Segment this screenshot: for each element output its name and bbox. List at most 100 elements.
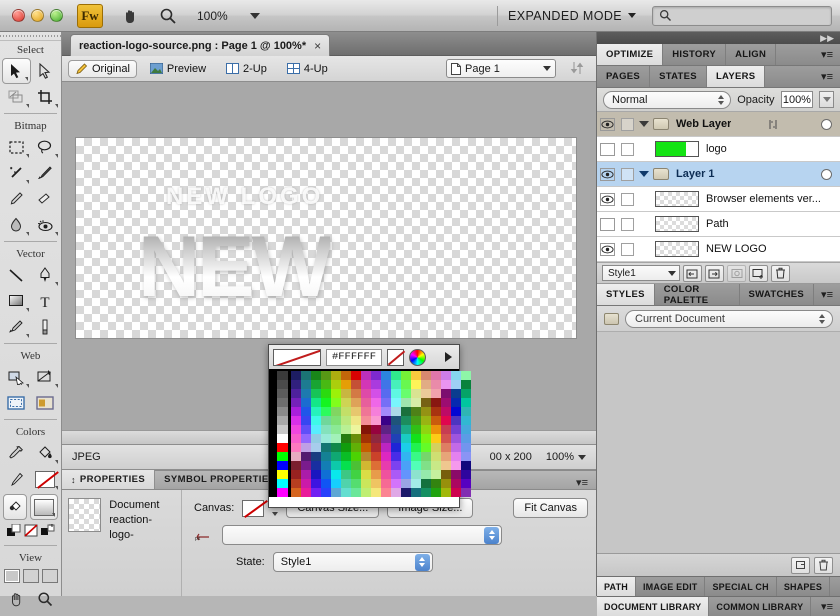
- color-swatch[interactable]: [341, 425, 351, 434]
- swap-colors-icon[interactable]: [40, 524, 55, 540]
- color-swatch[interactable]: [321, 470, 331, 479]
- color-swatch[interactable]: [321, 461, 331, 470]
- color-swatch[interactable]: [411, 479, 421, 488]
- color-swatch[interactable]: [391, 461, 401, 470]
- color-swatch[interactable]: [321, 398, 331, 407]
- color-swatch[interactable]: [331, 488, 341, 497]
- color-swatch[interactable]: [391, 425, 401, 434]
- color-swatch[interactable]: [301, 380, 311, 389]
- color-swatch[interactable]: [431, 452, 441, 461]
- color-swatch[interactable]: [401, 434, 411, 443]
- color-swatch[interactable]: [321, 479, 331, 488]
- blur-tool[interactable]: [2, 212, 31, 238]
- color-swatch[interactable]: [311, 488, 321, 497]
- color-swatch[interactable]: [277, 407, 288, 416]
- color-swatch[interactable]: [351, 416, 361, 425]
- color-swatch[interactable]: [421, 380, 431, 389]
- color-swatch[interactable]: [381, 425, 391, 434]
- new-style-button[interactable]: [791, 556, 810, 574]
- color-swatch[interactable]: [311, 371, 321, 380]
- color-swatch[interactable]: [441, 461, 451, 470]
- layer-disclosure-toggle[interactable]: [637, 121, 651, 127]
- color-swatch[interactable]: [331, 443, 341, 452]
- color-swatch[interactable]: [331, 470, 341, 479]
- color-swatch[interactable]: [431, 488, 441, 497]
- color-swatch[interactable]: [411, 488, 421, 497]
- color-swatch[interactable]: [381, 398, 391, 407]
- color-swatch[interactable]: [441, 389, 451, 398]
- color-swatch[interactable]: [311, 389, 321, 398]
- tab-pages[interactable]: PAGES: [597, 66, 651, 87]
- color-swatch[interactable]: [331, 416, 341, 425]
- color-swatch[interactable]: [431, 389, 441, 398]
- pencil-tool[interactable]: [2, 186, 31, 212]
- color-swatch[interactable]: [441, 434, 451, 443]
- color-swatch[interactable]: [381, 380, 391, 389]
- hand-tool[interactable]: [2, 586, 31, 612]
- color-swatch[interactable]: [381, 407, 391, 416]
- eyedropper-tool[interactable]: [2, 440, 31, 466]
- color-swatch[interactable]: [411, 425, 421, 434]
- color-swatch[interactable]: [451, 425, 461, 434]
- page-sort-button[interactable]: [568, 59, 590, 79]
- tab-color-palette[interactable]: COLOR PALETTE: [655, 284, 740, 306]
- color-swatch[interactable]: [291, 398, 301, 407]
- color-swatch[interactable]: [361, 479, 371, 488]
- slice-tool[interactable]: [2, 390, 31, 416]
- current-color-swatch[interactable]: [273, 348, 321, 366]
- opacity-dropdown-button[interactable]: [819, 91, 834, 108]
- color-swatch[interactable]: [291, 434, 301, 443]
- color-swatch[interactable]: [277, 425, 288, 434]
- color-swatch[interactable]: [461, 470, 471, 479]
- color-swatch[interactable]: [351, 380, 361, 389]
- color-swatch[interactable]: [361, 488, 371, 497]
- color-swatch[interactable]: [341, 488, 351, 497]
- color-swatch[interactable]: [461, 434, 471, 443]
- color-swatch[interactable]: [331, 389, 341, 398]
- color-matrix[interactable]: [291, 371, 471, 497]
- color-swatch[interactable]: [411, 398, 421, 407]
- color-swatch[interactable]: [391, 443, 401, 452]
- color-swatch[interactable]: [321, 452, 331, 461]
- color-swatch[interactable]: [371, 479, 381, 488]
- color-swatch[interactable]: [451, 443, 461, 452]
- tab-styles[interactable]: STYLES: [597, 284, 655, 305]
- color-swatch[interactable]: [451, 398, 461, 407]
- color-swatch[interactable]: [301, 371, 311, 380]
- tab-shapes[interactable]: SHAPES: [777, 577, 831, 596]
- color-swatch[interactable]: [381, 488, 391, 497]
- tab-special-characters[interactable]: SPECIAL CH: [705, 577, 777, 596]
- layer-lock-toggle[interactable]: [617, 117, 637, 131]
- color-swatch[interactable]: [331, 398, 341, 407]
- color-swatch[interactable]: [301, 443, 311, 452]
- color-swatch[interactable]: [301, 389, 311, 398]
- color-swatch[interactable]: [401, 416, 411, 425]
- color-swatch[interactable]: [431, 479, 441, 488]
- color-swatch[interactable]: [341, 398, 351, 407]
- color-swatch[interactable]: [301, 434, 311, 443]
- color-swatch[interactable]: [421, 371, 431, 380]
- layer-row-logo[interactable]: logo: [597, 137, 840, 162]
- color-swatch[interactable]: [301, 416, 311, 425]
- color-swatch[interactable]: [411, 461, 421, 470]
- color-swatch[interactable]: [431, 461, 441, 470]
- fit-canvas-button[interactable]: Fit Canvas: [513, 498, 588, 518]
- tab-layers[interactable]: LAYERS: [706, 66, 766, 87]
- color-swatch[interactable]: [411, 470, 421, 479]
- color-swatch[interactable]: [371, 425, 381, 434]
- color-swatch[interactable]: [441, 470, 451, 479]
- color-swatch[interactable]: [371, 470, 381, 479]
- color-swatch[interactable]: [401, 443, 411, 452]
- line-tool[interactable]: [2, 262, 31, 288]
- tab-history[interactable]: HISTORY: [663, 44, 727, 65]
- crop-tool[interactable]: [31, 84, 60, 110]
- color-swatch[interactable]: [291, 371, 301, 380]
- color-swatch[interactable]: [311, 416, 321, 425]
- color-swatch[interactable]: [411, 434, 421, 443]
- color-swatch[interactable]: [311, 407, 321, 416]
- color-swatch[interactable]: [461, 452, 471, 461]
- color-swatch[interactable]: [351, 470, 361, 479]
- color-swatch[interactable]: [421, 434, 431, 443]
- color-swatch[interactable]: [361, 461, 371, 470]
- color-swatch[interactable]: [277, 488, 288, 497]
